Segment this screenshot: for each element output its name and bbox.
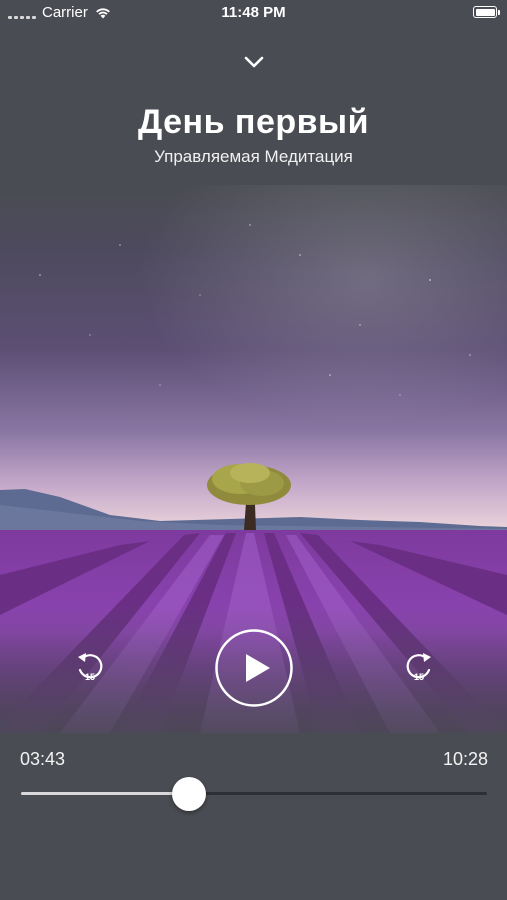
play-button[interactable] <box>214 628 294 708</box>
total-time: 10:28 <box>442 749 488 769</box>
slider-track-fill <box>21 792 189 795</box>
collapse-button[interactable] <box>240 50 268 74</box>
rewind-seconds-label: 15 <box>85 672 95 682</box>
track-subtitle: Управляемая Медитация <box>154 147 353 166</box>
status-bar: Carrier 11:48 PM <box>0 0 507 26</box>
forward-15-button[interactable]: 15 <box>404 652 434 686</box>
play-icon <box>215 629 293 707</box>
rewind-15-button[interactable]: 15 <box>75 652 105 686</box>
forward-seconds-label: 15 <box>414 672 424 682</box>
slider-thumb[interactable] <box>171 777 206 811</box>
forward-15-icon: 15 <box>406 653 431 682</box>
player-screen: Carrier 11:48 PM День первый Управляемая… <box>0 0 507 900</box>
status-time: 11:48 PM <box>221 4 286 21</box>
current-time: 03:43 <box>20 749 66 769</box>
battery-icon <box>473 6 500 18</box>
track-title: День первый <box>138 103 369 141</box>
rewind-15-icon: 15 <box>78 653 103 682</box>
chevron-down-icon <box>244 56 264 68</box>
progress-slider[interactable] <box>21 777 487 811</box>
